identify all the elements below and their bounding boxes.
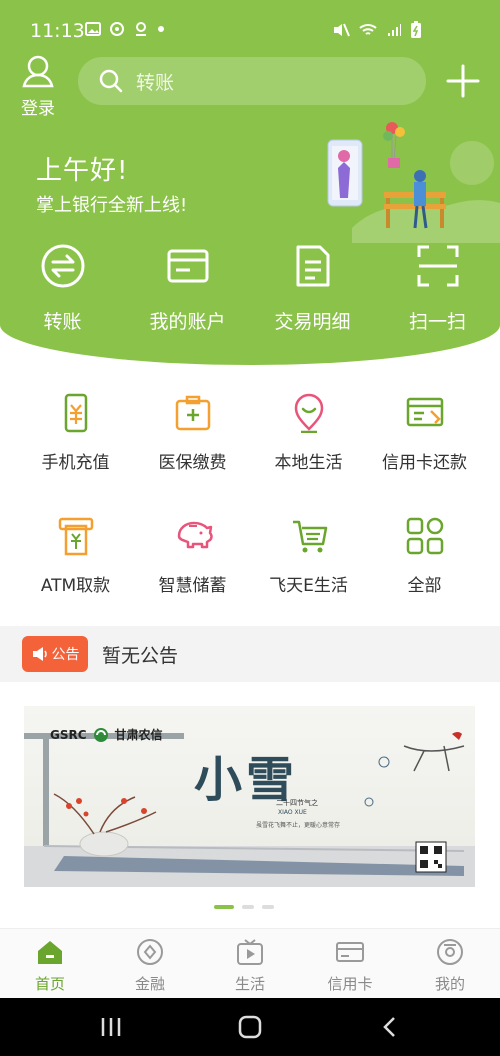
announcement-badge: 公告 xyxy=(22,636,88,672)
megaphone-icon xyxy=(32,647,47,661)
credit-card-repay-icon xyxy=(406,397,443,427)
signal-icon xyxy=(388,24,401,36)
app-screen: 11:13 登录 转账 上午好! 掌上银行全新上线! 转账 我的账户 交易明细 … xyxy=(0,0,500,1056)
tab-home[interactable]: 首页 xyxy=(0,929,100,998)
life-play-icon xyxy=(237,939,263,965)
service-medical-insurance[interactable]: 医保缴费 xyxy=(130,393,255,473)
grid-all-icon xyxy=(406,517,443,555)
service-label: 全部 xyxy=(407,576,442,596)
quick-action-my-account[interactable]: 我的账户 xyxy=(125,243,250,334)
tab-label: 我的 xyxy=(434,975,465,993)
service-label: 医保缴费 xyxy=(158,453,227,473)
notification-dot-icon xyxy=(158,26,164,32)
search-bar[interactable]: 转账 xyxy=(78,57,426,105)
location-pin-icon xyxy=(294,393,323,433)
bank-logo-icon xyxy=(93,727,108,742)
status-bar: 11:13 xyxy=(0,0,500,52)
carousel-dot[interactable] xyxy=(242,905,254,909)
mute-icon xyxy=(334,23,350,37)
login-button[interactable]: 登录 xyxy=(18,54,58,119)
quick-action-transfer[interactable]: 转账 xyxy=(0,243,125,334)
search-placeholder: 转账 xyxy=(136,71,175,94)
piggy-bank-icon xyxy=(177,521,213,549)
wifi-icon xyxy=(359,24,377,35)
home-icon xyxy=(38,941,62,964)
battery-icon xyxy=(411,21,421,38)
medical-insurance-icon xyxy=(175,395,210,431)
tab-label: 金融 xyxy=(134,975,165,993)
quick-action-label: 转账 xyxy=(43,311,82,333)
quick-action-label: 交易明细 xyxy=(274,311,351,333)
brand-name: 甘肃农信 xyxy=(114,728,163,742)
greeting-text: 上午好! xyxy=(36,156,129,186)
service-label: ATM取款 xyxy=(40,576,111,596)
login-label: 登录 xyxy=(21,99,55,119)
account-card-icon xyxy=(167,249,208,283)
status-time: 11:13 xyxy=(30,20,85,42)
service-atm-withdraw[interactable]: ATM取款 xyxy=(13,516,138,596)
banner-caption-small: 虽雪花飞舞不止，更暖心意常存 xyxy=(256,822,341,829)
service-label: 手机充值 xyxy=(41,453,110,473)
scan-icon xyxy=(417,245,458,287)
service-label: 智慧储蓄 xyxy=(158,576,227,596)
quick-action-transactions[interactable]: 交易明细 xyxy=(250,243,375,334)
document-icon xyxy=(296,245,329,287)
tab-life[interactable]: 生活 xyxy=(200,929,300,998)
phone-recharge-icon xyxy=(64,393,87,433)
recent-apps-icon[interactable] xyxy=(99,1015,123,1039)
banner-caption: 二十四节气之 xyxy=(276,799,318,807)
search-icon xyxy=(99,69,123,93)
finance-icon xyxy=(137,939,163,965)
carousel-dot[interactable] xyxy=(262,905,274,909)
service-feitian-e-life[interactable]: 飞天E生活 xyxy=(246,516,371,596)
gallery-icon xyxy=(85,22,101,36)
announcement-bar[interactable]: 公告 暂无公告 xyxy=(0,626,500,682)
tab-finance[interactable]: 金融 xyxy=(100,929,200,998)
banking-illustration xyxy=(327,122,500,243)
carousel-dot-active[interactable] xyxy=(214,905,234,909)
quick-action-label: 我的账户 xyxy=(149,311,226,333)
atm-icon xyxy=(58,517,93,556)
sync-icon xyxy=(110,22,124,36)
service-phone-recharge[interactable]: 手机充值 xyxy=(13,393,138,473)
greeting-subtitle: 掌上银行全新上线! xyxy=(36,195,188,216)
credit-card-icon xyxy=(336,942,364,962)
user-icon xyxy=(22,55,54,88)
profile-icon xyxy=(437,939,463,965)
system-navigation-bar xyxy=(0,998,500,1056)
brand-code: GSRC xyxy=(50,727,87,742)
tab-label: 首页 xyxy=(34,975,65,993)
service-label: 飞天E生活 xyxy=(269,576,348,596)
status-right-icons xyxy=(332,21,422,39)
service-credit-card-repay[interactable]: 信用卡还款 xyxy=(362,393,487,473)
tab-credit-card[interactable]: 信用卡 xyxy=(300,929,400,998)
status-left-icons xyxy=(85,21,165,37)
service-local-life[interactable]: 本地生活 xyxy=(246,393,371,473)
service-smart-savings[interactable]: 智慧储蓄 xyxy=(130,516,255,596)
service-all[interactable]: 全部 xyxy=(362,516,487,596)
announcement-badge-label: 公告 xyxy=(51,647,80,663)
tab-label: 信用卡 xyxy=(327,975,373,993)
promo-banner[interactable]: GSRC 甘肃农信 小雪 二十四节气之 XIAO XUE 虽雪花飞舞不止，更暖心… xyxy=(24,706,475,887)
service-label: 信用卡还款 xyxy=(382,453,467,473)
transfer-icon xyxy=(41,244,84,288)
home-nav-icon[interactable] xyxy=(237,1014,263,1040)
bottom-tab-bar: 首页 金融 生活 信用卡 我的 xyxy=(0,928,500,998)
announcement-text: 暂无公告 xyxy=(102,644,179,667)
quick-action-label: 扫一扫 xyxy=(408,311,466,333)
tab-label: 生活 xyxy=(234,975,265,993)
location-icon xyxy=(136,22,146,36)
banner-caption-en: XIAO XUE xyxy=(278,809,307,816)
tab-profile[interactable]: 我的 xyxy=(400,929,500,998)
back-icon[interactable] xyxy=(378,1015,402,1039)
bank-brand: GSRC 甘肃农信 xyxy=(50,726,163,743)
add-icon[interactable] xyxy=(444,62,482,100)
quick-action-scan[interactable]: 扫一扫 xyxy=(375,243,500,334)
service-label: 本地生活 xyxy=(274,453,343,473)
carousel-indicator xyxy=(214,905,274,909)
shopping-cart-icon xyxy=(292,520,327,553)
